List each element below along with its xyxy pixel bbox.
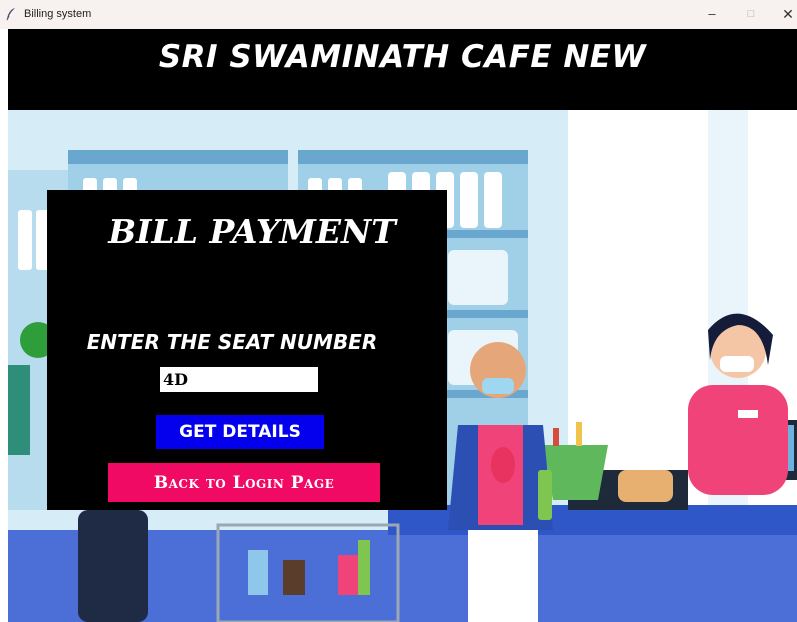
- seat-number-input[interactable]: [160, 367, 318, 392]
- cafe-name-title: SRI SWAMINATH CAFE NEW: [158, 39, 647, 75]
- bill-payment-panel: BILL PAYMENT ENTER THE SEAT NUMBER GET D…: [47, 190, 447, 510]
- feather-icon: [6, 8, 15, 21]
- window-titlebar: Billing system – □ ✕: [0, 0, 797, 29]
- maximize-button[interactable]: □: [741, 6, 761, 22]
- seat-number-label: ENTER THE SEAT NUMBER: [86, 330, 378, 354]
- get-details-button[interactable]: GET DETAILS: [156, 415, 324, 449]
- close-button[interactable]: ✕: [778, 6, 797, 22]
- panel-title: BILL PAYMENT: [108, 212, 396, 251]
- window-title: Billing system: [24, 8, 92, 20]
- header-banner: SRI SWAMINATH CAFE NEW: [8, 29, 797, 110]
- back-to-login-button[interactable]: Back to Login Page: [108, 463, 380, 502]
- minimize-button[interactable]: –: [702, 6, 722, 22]
